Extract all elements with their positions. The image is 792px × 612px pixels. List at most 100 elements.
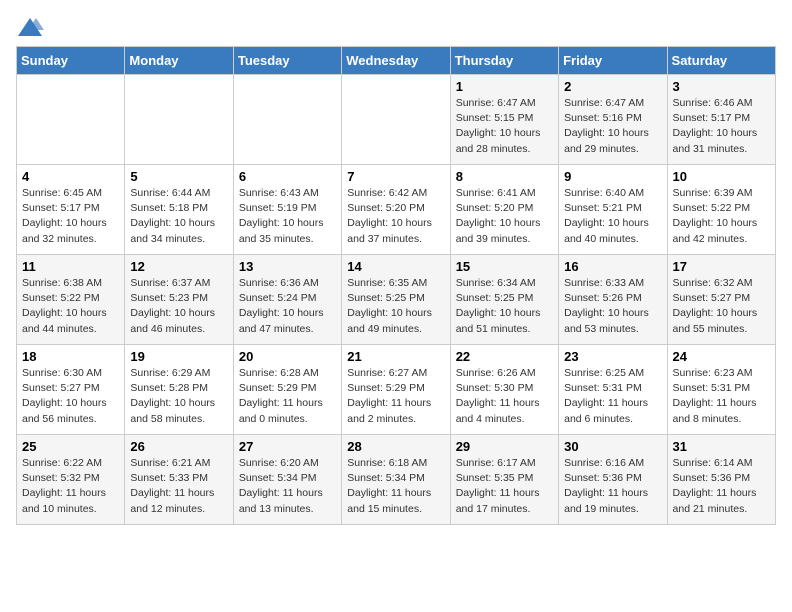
calendar-cell: 23 Sunrise: 6:25 AMSunset: 5:31 PMDayligh… [559,345,667,435]
week-row-1: 1 Sunrise: 6:47 AMSunset: 5:15 PMDaylight… [17,75,776,165]
calendar-cell: 15 Sunrise: 6:34 AMSunset: 5:25 PMDayligh… [450,255,558,345]
calendar-cell [342,75,450,165]
calendar-cell: 25Sunrise: 6:22 AMSunset: 5:32 PMDayligh… [17,435,125,525]
calendar-cell: 13 Sunrise: 6:36 AMSunset: 5:24 PMDayligh… [233,255,341,345]
header-cell-sunday: Sunday [17,47,125,75]
day-info: Sunrise: 6:42 AMSunset: 5:20 PMDaylight:… [347,186,444,247]
day-number: 2 [564,79,661,94]
day-info: Sunrise: 6:44 AMSunset: 5:18 PMDaylight:… [130,186,227,247]
calendar-cell: 29 Sunrise: 6:17 AMSunset: 5:35 PMDayligh… [450,435,558,525]
calendar-cell: 10 Sunrise: 6:39 AMSunset: 5:22 PMDayligh… [667,165,775,255]
header-cell-saturday: Saturday [667,47,775,75]
day-number: 28 [347,439,444,454]
day-number: 27 [239,439,336,454]
calendar-body: 1 Sunrise: 6:47 AMSunset: 5:15 PMDaylight… [17,75,776,525]
day-number: 13 [239,259,336,274]
day-number: 24 [673,349,770,364]
calendar-cell: 19 Sunrise: 6:29 AMSunset: 5:28 PMDayligh… [125,345,233,435]
day-number: 3 [673,79,770,94]
calendar-cell: 24 Sunrise: 6:23 AMSunset: 5:31 PMDayligh… [667,345,775,435]
day-info: Sunrise: 6:22 AMSunset: 5:32 PMDaylight:… [22,456,119,517]
calendar-cell: 8 Sunrise: 6:41 AMSunset: 5:20 PMDaylight… [450,165,558,255]
day-info: Sunrise: 6:45 AMSunset: 5:17 PMDaylight:… [22,186,119,247]
day-number: 12 [130,259,227,274]
day-number: 14 [347,259,444,274]
day-info: Sunrise: 6:32 AMSunset: 5:27 PMDaylight:… [673,276,770,337]
day-info: Sunrise: 6:33 AMSunset: 5:26 PMDaylight:… [564,276,661,337]
logo [16,16,48,38]
calendar-cell: 26Sunrise: 6:21 AMSunset: 5:33 PMDayligh… [125,435,233,525]
calendar-cell: 4Sunrise: 6:45 AMSunset: 5:17 PMDaylight… [17,165,125,255]
week-row-4: 18 Sunrise: 6:30 AMSunset: 5:27 PMDayligh… [17,345,776,435]
day-number: 7 [347,169,444,184]
calendar-header: SundayMondayTuesdayWednesdayThursdayFrid… [17,47,776,75]
calendar-cell [17,75,125,165]
day-info: Sunrise: 6:25 AMSunset: 5:31 PMDaylight:… [564,366,661,427]
calendar-cell: 30 Sunrise: 6:16 AMSunset: 5:36 PMDayligh… [559,435,667,525]
calendar-cell: 18 Sunrise: 6:30 AMSunset: 5:27 PMDayligh… [17,345,125,435]
day-info: Sunrise: 6:43 AMSunset: 5:19 PMDaylight:… [239,186,336,247]
calendar-cell: 1 Sunrise: 6:47 AMSunset: 5:15 PMDaylight… [450,75,558,165]
calendar-cell [233,75,341,165]
day-number: 19 [130,349,227,364]
day-info: Sunrise: 6:39 AMSunset: 5:22 PMDaylight:… [673,186,770,247]
day-info: Sunrise: 6:28 AMSunset: 5:29 PMDaylight:… [239,366,336,427]
day-info: Sunrise: 6:16 AMSunset: 5:36 PMDaylight:… [564,456,661,517]
day-number: 21 [347,349,444,364]
logo-icon [16,16,44,38]
calendar-cell: 14 Sunrise: 6:35 AMSunset: 5:25 PMDayligh… [342,255,450,345]
calendar-cell: 2 Sunrise: 6:47 AMSunset: 5:16 PMDaylight… [559,75,667,165]
calendar-table: SundayMondayTuesdayWednesdayThursdayFrid… [16,46,776,525]
day-info: Sunrise: 6:41 AMSunset: 5:20 PMDaylight:… [456,186,553,247]
day-number: 31 [673,439,770,454]
week-row-3: 11Sunrise: 6:38 AMSunset: 5:22 PMDayligh… [17,255,776,345]
day-number: 17 [673,259,770,274]
day-info: Sunrise: 6:47 AMSunset: 5:15 PMDaylight:… [456,96,553,157]
calendar-cell: 31 Sunrise: 6:14 AMSunset: 5:36 PMDayligh… [667,435,775,525]
calendar-cell: 3 Sunrise: 6:46 AMSunset: 5:17 PMDaylight… [667,75,775,165]
day-number: 20 [239,349,336,364]
day-info: Sunrise: 6:35 AMSunset: 5:25 PMDaylight:… [347,276,444,337]
week-row-2: 4Sunrise: 6:45 AMSunset: 5:17 PMDaylight… [17,165,776,255]
day-info: Sunrise: 6:47 AMSunset: 5:16 PMDaylight:… [564,96,661,157]
calendar-cell: 11Sunrise: 6:38 AMSunset: 5:22 PMDayligh… [17,255,125,345]
day-number: 16 [564,259,661,274]
day-number: 23 [564,349,661,364]
header-cell-monday: Monday [125,47,233,75]
header-cell-friday: Friday [559,47,667,75]
header-cell-tuesday: Tuesday [233,47,341,75]
day-info: Sunrise: 6:18 AMSunset: 5:34 PMDaylight:… [347,456,444,517]
calendar-cell: 5Sunrise: 6:44 AMSunset: 5:18 PMDaylight… [125,165,233,255]
calendar-cell: 16 Sunrise: 6:33 AMSunset: 5:26 PMDayligh… [559,255,667,345]
day-info: Sunrise: 6:29 AMSunset: 5:28 PMDaylight:… [130,366,227,427]
day-number: 26 [130,439,227,454]
day-info: Sunrise: 6:34 AMSunset: 5:25 PMDaylight:… [456,276,553,337]
day-info: Sunrise: 6:20 AMSunset: 5:34 PMDaylight:… [239,456,336,517]
day-number: 1 [456,79,553,94]
header-cell-wednesday: Wednesday [342,47,450,75]
day-info: Sunrise: 6:46 AMSunset: 5:17 PMDaylight:… [673,96,770,157]
day-info: Sunrise: 6:14 AMSunset: 5:36 PMDaylight:… [673,456,770,517]
calendar-cell: 28 Sunrise: 6:18 AMSunset: 5:34 PMDayligh… [342,435,450,525]
day-number: 10 [673,169,770,184]
day-info: Sunrise: 6:38 AMSunset: 5:22 PMDaylight:… [22,276,119,337]
day-info: Sunrise: 6:30 AMSunset: 5:27 PMDaylight:… [22,366,119,427]
calendar-cell [125,75,233,165]
day-info: Sunrise: 6:23 AMSunset: 5:31 PMDaylight:… [673,366,770,427]
header-row: SundayMondayTuesdayWednesdayThursdayFrid… [17,47,776,75]
day-info: Sunrise: 6:36 AMSunset: 5:24 PMDaylight:… [239,276,336,337]
calendar-cell: 6Sunrise: 6:43 AMSunset: 5:19 PMDaylight… [233,165,341,255]
calendar-cell: 20 Sunrise: 6:28 AMSunset: 5:29 PMDayligh… [233,345,341,435]
day-number: 29 [456,439,553,454]
day-number: 22 [456,349,553,364]
day-number: 8 [456,169,553,184]
calendar-cell: 7 Sunrise: 6:42 AMSunset: 5:20 PMDaylight… [342,165,450,255]
header-cell-thursday: Thursday [450,47,558,75]
week-row-5: 25Sunrise: 6:22 AMSunset: 5:32 PMDayligh… [17,435,776,525]
day-number: 15 [456,259,553,274]
day-number: 18 [22,349,119,364]
day-number: 30 [564,439,661,454]
calendar-cell: 9Sunrise: 6:40 AMSunset: 5:21 PMDaylight… [559,165,667,255]
day-info: Sunrise: 6:26 AMSunset: 5:30 PMDaylight:… [456,366,553,427]
day-info: Sunrise: 6:17 AMSunset: 5:35 PMDaylight:… [456,456,553,517]
